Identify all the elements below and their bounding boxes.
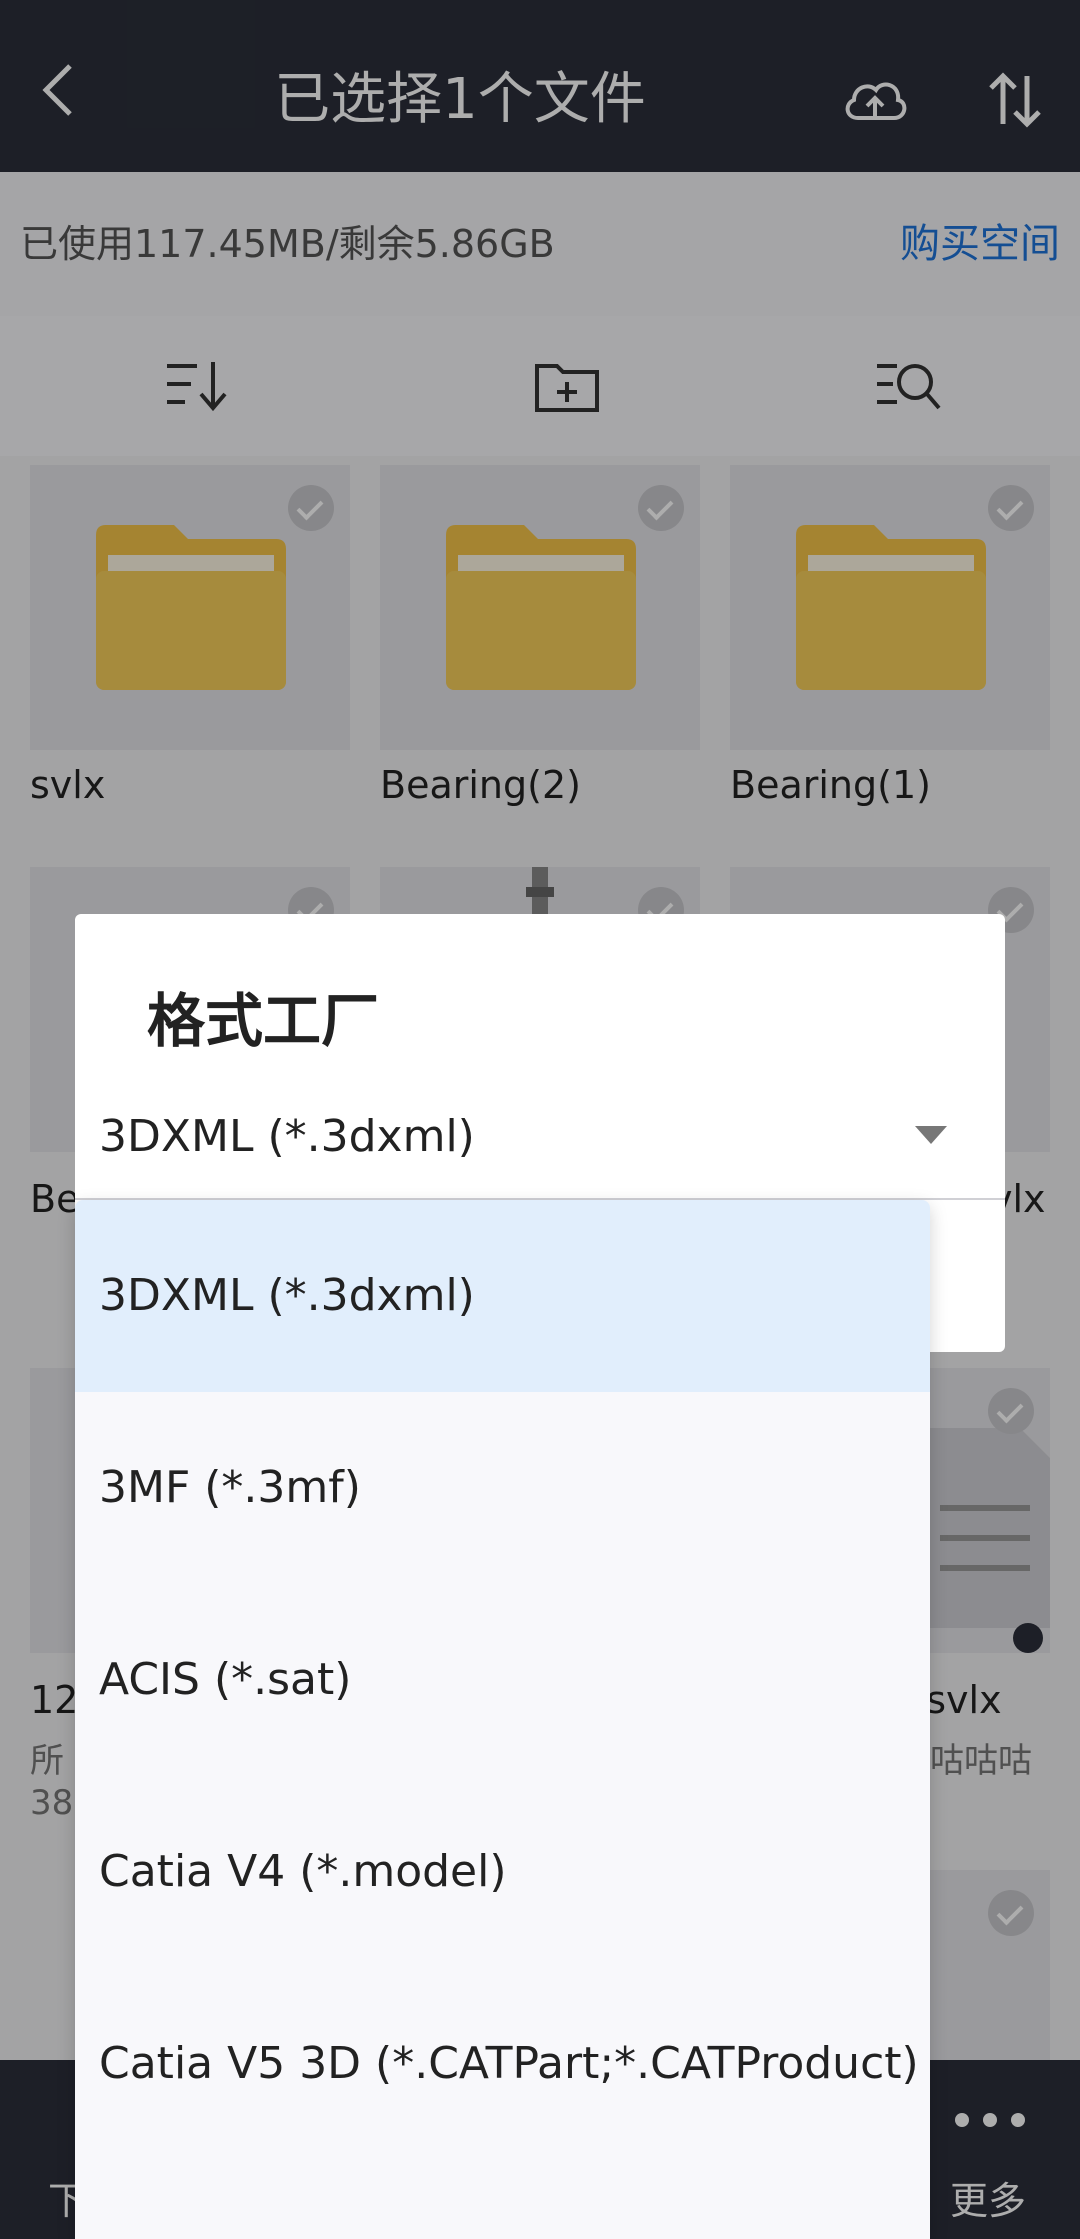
format-option[interactable]: ACIS (*.sat) [75,1584,930,1776]
format-select[interactable]: 3DXML (*.3dxml) [75,1074,1005,1200]
format-option-label: ACIS (*.sat) [99,1654,352,1705]
dialog-title: 格式工厂 [147,987,380,1055]
format-option-label: 3DXML (*.3dxml) [99,1270,475,1321]
format-option-label: Catia V4 (*.model) [99,1846,507,1897]
format-option-label: 3MF (*.3mf) [99,1462,361,1513]
format-option[interactable]: 3DXML (*.3dxml) [75,1200,930,1392]
format-option[interactable]: 3MF (*.3mf) [75,1392,930,1584]
format-option[interactable]: Catia V4 (*.model) [75,1776,930,1968]
format-select-value: 3DXML (*.3dxml) [99,1111,475,1162]
dropdown-caret-icon [915,1126,947,1144]
format-option-label: Catia V5 3D (*.CATPart;*.CATProduct) [99,2038,919,2089]
format-dropdown-list[interactable]: 3DXML (*.3dxml) 3MF (*.3mf) ACIS (*.sat)… [75,1200,930,2239]
format-option[interactable]: Catia V5 3D (*.CATPart;*.CATProduct) [75,1968,930,2160]
